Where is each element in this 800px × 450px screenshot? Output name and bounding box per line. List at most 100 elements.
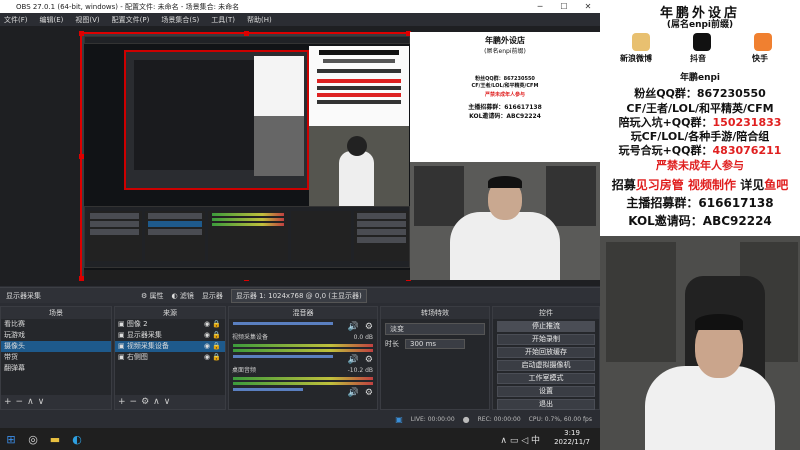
minor-warning: 严禁未成年人参与 bbox=[656, 159, 744, 172]
scene-item[interactable]: 带货 bbox=[1, 352, 111, 363]
scene-item[interactable]: 翻弹幕 bbox=[1, 363, 111, 374]
source-item[interactable]: ▣ 右侧图 ◉ 🔒 bbox=[115, 352, 225, 363]
qq-fans-line: 粉丝QQ群：867230550 bbox=[634, 87, 766, 100]
channel-db: -10.2 dB bbox=[347, 367, 373, 374]
obs-icon[interactable]: ◎ bbox=[22, 428, 44, 450]
move-up-icon[interactable]: ∧ bbox=[153, 397, 164, 407]
edge-icon[interactable]: ◐ bbox=[66, 428, 88, 450]
menu-edit[interactable]: 编辑(E) bbox=[40, 15, 64, 25]
streamer-camera bbox=[600, 236, 800, 450]
exit-button[interactable]: 退出 bbox=[497, 399, 595, 410]
transition-select[interactable]: 淡变 bbox=[385, 323, 485, 335]
source-item[interactable]: ▣ 显示器采集 ◉ 🔒 bbox=[115, 330, 225, 341]
window-title: OBS 27.0.1 (64-bit, windows) - 配置文件: 未命名… bbox=[16, 2, 240, 11]
kol-code: KOL邀请码：ABC92224 bbox=[628, 214, 772, 228]
studio-mode-button[interactable]: 工作室模式 bbox=[497, 373, 595, 384]
live-time: LIVE: 00:00:00 bbox=[410, 415, 455, 423]
move-down-icon[interactable]: ∨ bbox=[164, 397, 175, 407]
speaker-icon[interactable]: 🔊 bbox=[348, 322, 359, 332]
level-meter bbox=[233, 344, 373, 347]
cpu-status: CPU: 0.7%, 60.00 fps bbox=[528, 415, 592, 423]
gear-icon[interactable]: ⚙ bbox=[365, 388, 373, 398]
live-icon: ▣ bbox=[395, 414, 403, 424]
duration-input[interactable]: 300 ms bbox=[405, 339, 465, 349]
speaker-icon[interactable]: 🔊 bbox=[348, 355, 359, 365]
windows-start-icon[interactable]: ⊞ bbox=[0, 428, 22, 450]
menu-view[interactable]: 视图(V) bbox=[75, 15, 99, 25]
status-bar: ▣ LIVE: 00:00:00 ● REC: 00:00:00 CPU: 0.… bbox=[0, 410, 600, 428]
controls-dock: 控件 停止推流 开始录制 开始回放缓存 启动虚拟摄像机 工作室模式 设置 退出 bbox=[492, 306, 600, 410]
start-recording-button[interactable]: 开始录制 bbox=[497, 334, 595, 345]
properties-label: 属性 bbox=[149, 291, 164, 300]
eye-icon[interactable]: ◉ 🔒 bbox=[204, 352, 221, 363]
minimize-button[interactable]: ─ bbox=[528, 0, 552, 13]
channel-db: 0.0 dB bbox=[353, 334, 373, 341]
eye-icon[interactable]: ◉ 🔒 bbox=[204, 319, 221, 330]
weibo-icon bbox=[632, 33, 650, 51]
menu-profile[interactable]: 配置文件(P) bbox=[112, 15, 150, 25]
preview-camera bbox=[410, 162, 600, 280]
folder-icon[interactable]: ▬ bbox=[44, 428, 66, 450]
properties-button[interactable]: ⚙ 属性 bbox=[141, 291, 164, 301]
menu-tools[interactable]: 工具(T) bbox=[211, 15, 235, 25]
preview-ad-title: 年鹏外设店 bbox=[485, 36, 525, 45]
nested-screen-capture bbox=[84, 36, 410, 280]
eye-icon[interactable]: ◉ 🔒 bbox=[204, 330, 221, 341]
maximize-button[interactable]: ☐ bbox=[552, 0, 576, 13]
scenes-header: 场景 bbox=[1, 307, 111, 319]
gear-icon[interactable]: ⚙ bbox=[365, 355, 373, 365]
tray-icons[interactable]: ∧ ▭ ◁ 中 bbox=[500, 433, 540, 446]
obs-window: OBS 27.0.1 (64-bit, windows) - 配置文件: 未命名… bbox=[0, 0, 600, 428]
source-item[interactable]: ▣ 图像 2 ◉ 🔒 bbox=[115, 319, 225, 330]
douyin-icon bbox=[693, 33, 711, 51]
scene-item[interactable]: 看比赛 bbox=[1, 319, 111, 330]
nested-ad bbox=[254, 56, 304, 116]
source-item-selected[interactable]: ▣ 视频采集设备 ◉ 🔒 bbox=[115, 341, 225, 352]
nested-preview bbox=[124, 50, 309, 190]
shelf bbox=[546, 166, 596, 226]
display-select[interactable]: 显示器 1: 1024x768 @ 0,0 (主显示器) bbox=[230, 288, 367, 303]
nested-mixer bbox=[208, 211, 288, 261]
duration-label: 时长 bbox=[385, 340, 399, 348]
taskbar: ⊞ ◎ ▬ ◐ ∧ ▭ ◁ 中 3:19 2022/11/7 bbox=[0, 428, 600, 450]
source-toolbar: 显示器采集 ⚙ 属性 ◐ 滤镜 显示器 显示器 1: 1024x768 @ 0,… bbox=[0, 287, 600, 303]
preview-canvas[interactable] bbox=[79, 31, 411, 281]
remove-icon[interactable]: − bbox=[130, 397, 142, 407]
nested-controls bbox=[354, 211, 409, 261]
mixer-top-slider[interactable]: 🔊 ⚙ bbox=[229, 322, 377, 334]
scenes-dock: 场景 看比赛 玩游戏 摄像头 带货 翻弹幕 +−∧∨ bbox=[0, 306, 112, 410]
move-down-icon[interactable]: ∨ bbox=[38, 397, 49, 407]
virtual-camera-button[interactable]: 启动虚拟摄像机 bbox=[497, 360, 595, 371]
filters-button[interactable]: ◐ 滤镜 bbox=[172, 291, 194, 301]
preview-ad-qq: 粉丝QQ群：867230550 bbox=[475, 76, 535, 82]
stop-streaming-button[interactable]: 停止推流 bbox=[497, 321, 595, 332]
level-meter bbox=[233, 377, 373, 380]
nested-person bbox=[254, 116, 304, 176]
scene-item-selected[interactable]: 摄像头 bbox=[1, 341, 111, 352]
gear-icon[interactable]: ⚙ bbox=[365, 322, 373, 332]
close-button[interactable]: ✕ bbox=[576, 0, 600, 13]
scene-item[interactable]: 玩游戏 bbox=[1, 330, 111, 341]
remove-icon[interactable]: − bbox=[16, 397, 28, 407]
replay-buffer-button[interactable]: 开始回放缓存 bbox=[497, 347, 595, 358]
settings-button[interactable]: 设置 bbox=[497, 386, 595, 397]
add-icon[interactable]: + bbox=[4, 397, 16, 407]
nested-titlebar bbox=[84, 36, 410, 44]
move-up-icon[interactable]: ∧ bbox=[27, 397, 38, 407]
menu-help[interactable]: 帮助(H) bbox=[247, 15, 272, 25]
add-icon[interactable]: + bbox=[118, 397, 130, 407]
volume-slider[interactable]: 🔊 ⚙ bbox=[229, 388, 377, 400]
controls-header: 控件 bbox=[493, 307, 599, 319]
eye-icon[interactable]: ◉ 🔒 bbox=[204, 341, 221, 352]
play-group-line: 玩号合玩+QQ群：483076211 bbox=[600, 142, 800, 158]
volume-slider[interactable]: 🔊 ⚙ bbox=[229, 355, 377, 367]
menu-scene-collection[interactable]: 场景集合(S) bbox=[161, 15, 199, 25]
nested-taskbar bbox=[84, 270, 410, 280]
gear-icon[interactable]: ⚙ bbox=[141, 397, 153, 407]
nested-person-2 bbox=[309, 126, 409, 206]
clock[interactable]: 3:19 2022/11/7 bbox=[554, 429, 590, 447]
side-ad-panel: 年鹏外设店 (屌名enpi前缀) 新浪微博 抖音 快手 年鹏enpi 粉丝QQ群… bbox=[600, 0, 800, 236]
menu-file[interactable]: 文件(F) bbox=[4, 15, 28, 25]
speaker-icon[interactable]: 🔊 bbox=[348, 388, 359, 398]
weibo-label: 新浪微博 bbox=[620, 54, 652, 63]
